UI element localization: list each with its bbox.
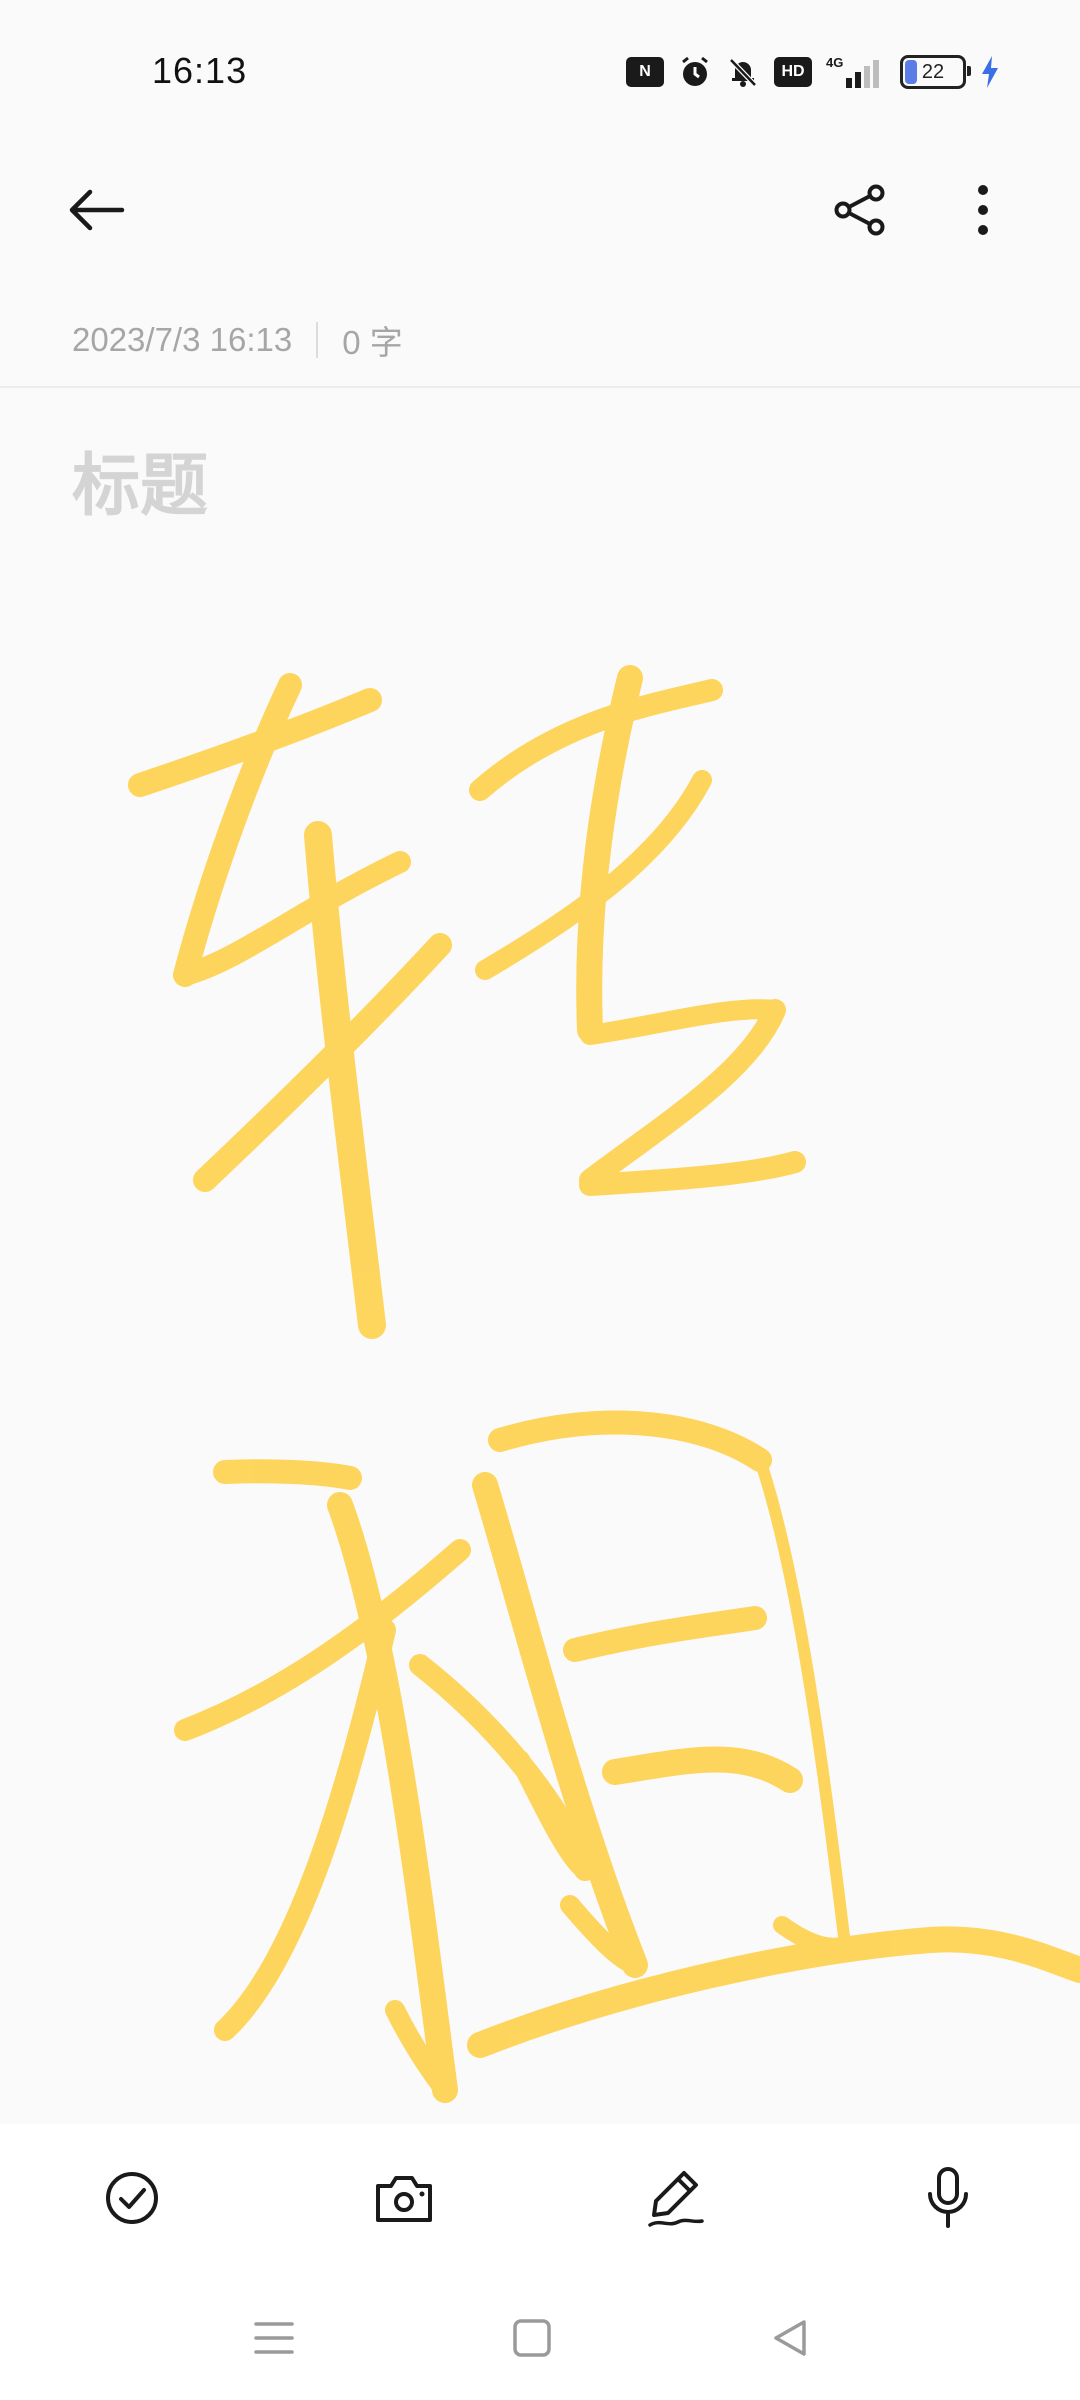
status-time: 16:13 xyxy=(152,50,248,91)
ink-stroke xyxy=(488,1410,772,1472)
checklist-icon xyxy=(106,2172,158,2224)
ink-stroke xyxy=(213,1459,362,1490)
ink-stroke xyxy=(602,1746,803,1793)
battery-icon: 22 xyxy=(900,55,971,89)
system-nav-bar xyxy=(0,2268,1080,2400)
battery-level: 22 xyxy=(921,60,945,83)
microphone-icon xyxy=(928,2167,968,2228)
status-icons: N HD 4G 22 xyxy=(626,50,1000,94)
bottom-toolbar xyxy=(0,2124,1080,2268)
ink-stroke xyxy=(754,1454,851,1951)
pen-icon xyxy=(648,2171,704,2227)
voice-button[interactable] xyxy=(912,2162,984,2234)
checklist-button[interactable] xyxy=(96,2162,168,2234)
share-icon xyxy=(834,184,885,236)
signal-4g-icon: 4G xyxy=(826,54,886,90)
battery-fill xyxy=(905,60,917,84)
char-count: 0 字 xyxy=(342,324,403,361)
alarm-icon xyxy=(678,55,712,89)
ink-stroke xyxy=(467,1926,1080,2058)
hd-icon: HD xyxy=(774,57,812,87)
home-button[interactable] xyxy=(504,2310,560,2366)
home-icon xyxy=(513,2319,551,2357)
ink-stroke xyxy=(563,1606,767,1662)
ink-stroke xyxy=(174,1539,471,1741)
nav-back-button[interactable] xyxy=(762,2310,818,2366)
header-divider xyxy=(0,386,1080,388)
more-options-button[interactable] xyxy=(950,180,1016,240)
share-button[interactable] xyxy=(820,180,900,240)
pen-button[interactable] xyxy=(640,2162,712,2234)
back-button[interactable] xyxy=(60,180,132,240)
ink-stroke xyxy=(472,1472,648,1978)
title-input[interactable]: 标题 xyxy=(72,430,208,529)
note-meta: 2023/7/3 16:13 0 字 xyxy=(72,316,403,364)
ink-stroke xyxy=(580,999,785,1045)
camera-button[interactable] xyxy=(368,2162,440,2234)
menu-icon xyxy=(254,2322,294,2354)
recent-apps-button[interactable] xyxy=(246,2310,302,2366)
network-label: 4G xyxy=(826,55,843,70)
more-vertical-icon xyxy=(978,185,988,235)
note-toolbar xyxy=(0,160,1080,260)
back-triangle-icon xyxy=(774,2320,806,2356)
note-timestamp: 2023/7/3 16:13 xyxy=(72,321,293,358)
handwriting-canvas[interactable] xyxy=(0,600,1080,2120)
nfc-icon: N xyxy=(626,57,664,87)
ink-stroke xyxy=(469,679,723,801)
camera-icon xyxy=(376,2176,432,2222)
ink-stroke xyxy=(773,1916,854,1956)
status-bar: 16:13 N HD 4G 22 xyxy=(0,0,1080,140)
back-arrow-icon xyxy=(69,189,125,231)
meta-separator xyxy=(316,322,319,358)
charging-icon xyxy=(980,55,1000,89)
mute-icon xyxy=(726,55,760,89)
ink-stroke xyxy=(304,821,386,1339)
